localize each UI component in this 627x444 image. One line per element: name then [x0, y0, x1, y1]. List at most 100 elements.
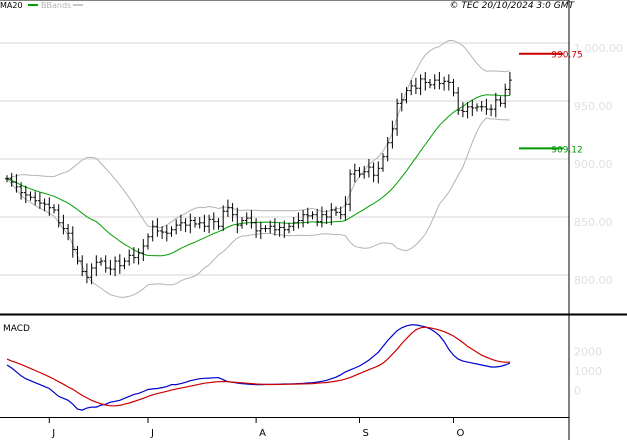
x-tick-label: S: [363, 428, 369, 439]
ohlc-bar: [423, 72, 428, 91]
ohlc-bar: [122, 257, 127, 270]
ohlc-bar: [460, 102, 465, 118]
ohlc-bar: [446, 74, 451, 91]
macd-y-axis: 2000 1000 0: [574, 345, 602, 397]
ohlc-bar: [263, 225, 268, 233]
ohlc-bar: [235, 207, 240, 234]
ohlc-bar: [188, 213, 193, 234]
ohlc-bar: [103, 255, 108, 273]
ohlc-bars: [5, 72, 512, 285]
ohlc-bar: [301, 210, 306, 228]
ohlc-bar: [94, 255, 99, 277]
x-tick-label: J: [51, 428, 55, 439]
y-tick-label: 800.00: [574, 274, 613, 287]
bbands-legend-label: BBands: [41, 1, 71, 10]
y-tick-label: 900.00: [574, 158, 613, 171]
ohlc-bar: [117, 254, 122, 274]
ohlc-bar: [211, 212, 216, 230]
ma20-legend-label: MA20: [0, 1, 23, 10]
ohlc-bar: [80, 255, 85, 277]
x-tick-label: O: [457, 428, 465, 439]
macd-line: [6, 324, 511, 411]
ohlc-bar: [390, 120, 395, 149]
ohlc-bar: [315, 208, 320, 227]
ohlc-bar: [146, 233, 150, 250]
ohlc-bar: [141, 239, 146, 262]
ohlc-bar: [33, 191, 38, 206]
ohlc-bar: [418, 74, 423, 96]
y-tick-label: 950.00: [574, 100, 613, 113]
macd-y-tick-label: 1000: [574, 365, 602, 378]
x-tick-label: A: [259, 428, 266, 439]
ohlc-bar: [296, 212, 301, 229]
ohlc-bar: [432, 74, 437, 90]
ohlc-bar: [225, 199, 230, 217]
chart-stage: 1 000.00 950.00 900.00 850.00 800.00 990.75 9…: [0, 0, 627, 440]
x-axis: JJASO: [48, 418, 465, 439]
ohlc-bar: [28, 191, 33, 201]
ohlc-bar: [258, 221, 263, 240]
ohlc-bar: [193, 217, 197, 228]
ohlc-bar: [442, 76, 447, 91]
ohlc-bar: [169, 226, 174, 237]
ohlc-bar: [197, 217, 202, 229]
ohlc-bar: [470, 99, 475, 117]
ohlc-bar: [99, 257, 103, 266]
ohlc-bar: [164, 225, 169, 242]
ohlc-bar: [131, 247, 136, 264]
ohlc-bar: [150, 220, 155, 242]
support-level-label: 909.12: [551, 145, 583, 155]
ohlc-bar: [136, 248, 141, 265]
macd-panel-title: MACD: [3, 324, 30, 334]
ohlc-bar: [61, 214, 66, 235]
ohlc-bar: [395, 98, 400, 136]
ohlc-bar: [437, 72, 442, 90]
ohlc-bar: [381, 153, 385, 172]
ohlc-bar: [507, 72, 512, 96]
ohlc-bar: [160, 226, 165, 240]
x-tick-label: J: [150, 428, 154, 439]
ohlc-bar: [287, 222, 291, 234]
ohlc-bar: [174, 219, 179, 235]
ohlc-bar: [183, 218, 188, 233]
ohlc-bar: [428, 78, 432, 89]
copyright-text: © TEC 20/10/2024 3:0 GMT: [449, 1, 575, 11]
ohlc-bar: [75, 246, 80, 265]
ohlc-bar: [5, 175, 9, 183]
ohlc-bar: [352, 163, 357, 183]
y-tick-label: 850.00: [574, 216, 613, 229]
ohlc-bar: [413, 77, 418, 95]
ohlc-bar: [493, 92, 498, 118]
ohlc-bar: [305, 207, 310, 224]
ohlc-bar: [479, 101, 484, 112]
ohlc-bar: [216, 218, 221, 230]
ohlc-bar: [52, 204, 56, 214]
ohlc-bar: [221, 205, 226, 231]
ohlc-bar: [451, 78, 456, 97]
ohlc-bar: [42, 198, 47, 212]
price-and-macd-chart: 1 000.00950.00900.00850.00800.00 990.759…: [0, 0, 627, 440]
macd-y-tick-label: 2000: [574, 345, 602, 358]
ohlc-bar: [249, 210, 254, 229]
ohlc-bar: [108, 259, 113, 275]
ohlc-bar: [37, 192, 42, 209]
ohlc-bar: [89, 263, 94, 285]
ohlc-bar: [230, 203, 235, 222]
ohlc-bar: [376, 161, 381, 184]
ohlc-bar: [272, 218, 277, 236]
ohlc-bar: [371, 162, 376, 183]
ohlc-bar: [291, 217, 296, 231]
ohlc-bar: [498, 96, 503, 107]
signal-line: [6, 326, 510, 407]
ohlc-bar: [366, 159, 371, 178]
price-gridlines: [0, 42, 569, 276]
ma20-path: [6, 94, 510, 257]
ma20-line: [6, 94, 510, 257]
upper-band: [6, 39, 511, 229]
ohlc-bar: [310, 211, 315, 220]
ohlc-bar: [475, 103, 479, 112]
ohlc-bar: [127, 249, 132, 266]
ohlc-bar: [113, 256, 118, 277]
price-y-axis: 1 000.00950.00900.00850.00800.00: [574, 42, 623, 287]
ohlc-bar: [489, 104, 494, 117]
